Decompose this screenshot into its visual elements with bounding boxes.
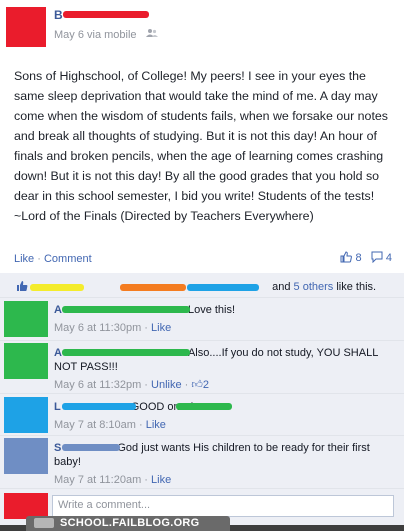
mention-redaction — [176, 403, 232, 410]
author-name-redaction — [63, 11, 149, 18]
watermark: SCHOOL.FAILBLOG.ORG — [26, 516, 230, 531]
commenter-avatar[interactable] — [4, 301, 48, 337]
likes-and: and — [272, 281, 291, 293]
liker-redaction-orange — [120, 284, 186, 291]
likes-suffix: like this. — [336, 281, 377, 293]
divider — [0, 393, 404, 394]
post-meta: May 6 via mobile — [54, 28, 158, 41]
comment-likes-icon[interactable]: 👍︎ — [191, 379, 203, 391]
post-timestamp[interactable]: May 6 via mobile — [54, 29, 137, 41]
commenter-initial[interactable]: S — [54, 442, 61, 454]
comment-time[interactable]: May 6 at 11:32pm — [54, 379, 141, 391]
write-comment-input[interactable]: Write a comment... — [52, 495, 394, 517]
commenter-redaction — [62, 306, 190, 313]
commenter-avatar[interactable] — [4, 438, 48, 474]
comment-like-link[interactable]: Like — [151, 322, 171, 334]
comment-meta: May 6 at 11:32pm · Unlike · 👍︎2 — [54, 379, 209, 391]
comment-bubble-icon[interactable] — [371, 251, 383, 264]
commenter-initial[interactable]: A — [54, 347, 62, 359]
liker-redaction-blue — [187, 284, 259, 291]
like-link[interactable]: Like — [14, 253, 34, 265]
comment-time[interactable]: May 6 at 11:30pm — [54, 322, 141, 334]
divider — [0, 340, 404, 341]
comment-unlike-link[interactable]: Unlike — [151, 379, 182, 391]
privacy-icon — [145, 28, 158, 41]
likes-count[interactable]: 8 — [356, 252, 362, 264]
comment-like-link[interactable]: Like — [146, 419, 166, 431]
commenter-redaction — [62, 403, 136, 410]
comment-like-link[interactable]: Like — [151, 474, 171, 486]
comment-time[interactable]: May 7 at 8:10am — [54, 419, 136, 431]
commenter-redaction — [62, 349, 190, 356]
comments-count[interactable]: 4 — [386, 252, 392, 264]
watermark-text: SCHOOL.FAILBLOG.ORG — [60, 517, 200, 529]
commenter-initial[interactable]: L — [54, 401, 61, 413]
divider — [0, 435, 404, 436]
author-avatar[interactable] — [6, 7, 46, 47]
author-initial: B — [54, 8, 63, 22]
commenter-initial[interactable]: A — [54, 304, 62, 316]
comment-time[interactable]: May 7 at 11:20am — [54, 474, 141, 486]
post-text: Sons of Highschool, of College! My peers… — [14, 69, 388, 223]
post-header: B May 6 via mobile — [0, 0, 404, 52]
comment-link[interactable]: Comment — [44, 253, 92, 265]
divider — [0, 297, 404, 298]
failblog-logo-icon — [34, 518, 54, 528]
comment-meta: May 7 at 8:10am · Like — [54, 419, 166, 431]
thumbs-up-icon[interactable] — [340, 251, 353, 263]
comment-meta: May 7 at 11:20am · Like — [54, 474, 172, 486]
post-actions: Like · Comment — [14, 253, 92, 265]
divider — [0, 488, 404, 489]
post-counts: 8 4 — [340, 251, 392, 264]
like-summary-icon — [16, 280, 28, 292]
liker-redaction-yellow — [30, 284, 84, 291]
author-name[interactable]: B — [54, 8, 63, 22]
commenter-avatar[interactable] — [4, 397, 48, 433]
comment-meta: May 6 at 11:30pm · Like — [54, 322, 172, 334]
commenter-avatar[interactable] — [4, 343, 48, 379]
commenter-redaction — [62, 444, 120, 451]
separator-dot: · — [37, 253, 41, 265]
comment-likes-count[interactable]: 2 — [203, 379, 209, 391]
likes-others-link[interactable]: 5 others — [294, 281, 334, 293]
write-comment-placeholder: Write a comment... — [58, 499, 151, 511]
comment-text: Love this! — [187, 304, 236, 316]
